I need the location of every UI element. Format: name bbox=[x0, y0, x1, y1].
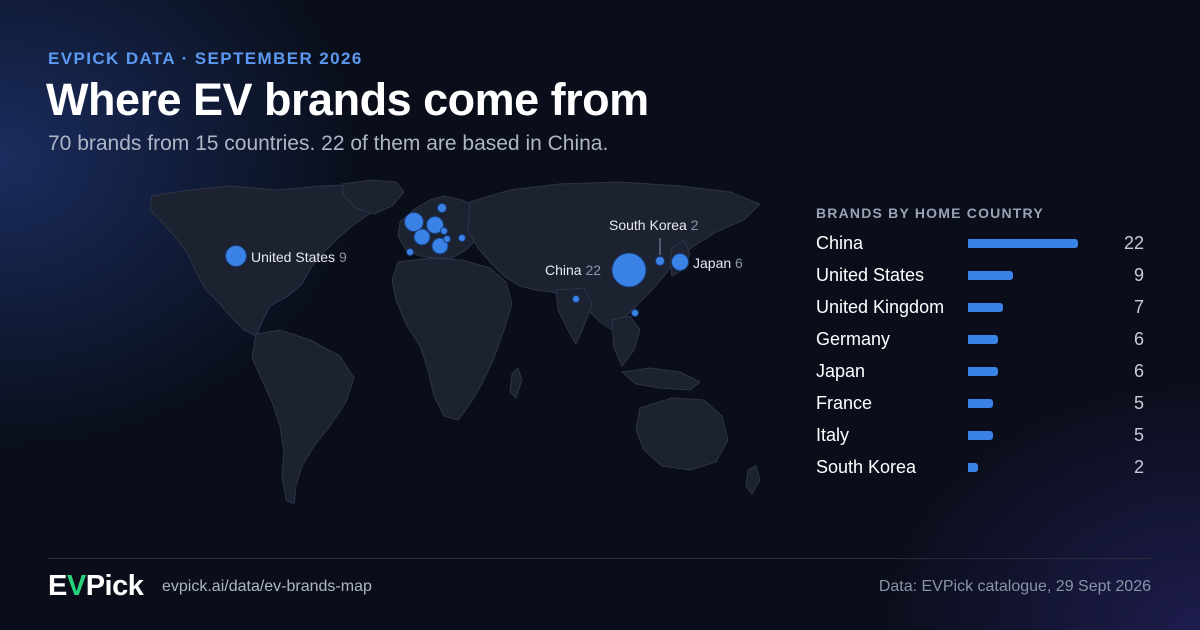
bubble-austria bbox=[443, 235, 451, 243]
evpick-logo: EVPick bbox=[48, 570, 144, 602]
country-name: France bbox=[816, 393, 873, 413]
bubble-sweden bbox=[437, 203, 447, 213]
country-count: 5 bbox=[1133, 393, 1144, 413]
country-bar bbox=[968, 239, 1078, 248]
country-name: China bbox=[816, 233, 864, 253]
label-south-korea: South Korea 2 bbox=[609, 217, 699, 233]
country-bar bbox=[968, 463, 978, 472]
country-name: United States bbox=[816, 265, 925, 285]
country-row: Japan 6 bbox=[816, 355, 1146, 387]
country-row: France 5 bbox=[816, 387, 1146, 419]
country-name: Japan bbox=[816, 361, 866, 381]
country-row: China 22 bbox=[816, 227, 1146, 259]
bubble-china bbox=[611, 252, 647, 288]
country-count: 22 bbox=[1123, 233, 1144, 253]
country-bar bbox=[968, 335, 998, 344]
south-america-shape bbox=[251, 329, 355, 505]
country-bar bbox=[968, 303, 1003, 312]
country-name: Germany bbox=[816, 329, 891, 349]
indonesia-shape bbox=[620, 367, 701, 391]
country-count: 2 bbox=[1133, 457, 1144, 477]
country-count: 9 bbox=[1133, 265, 1144, 285]
country-name: Italy bbox=[816, 425, 850, 445]
data-source: Data: EVPick catalogue, 29 Sept 2026 bbox=[878, 578, 1151, 595]
southeast-asia-shape bbox=[611, 315, 641, 367]
bubble-france bbox=[413, 228, 431, 246]
country-row: United Kingdom 7 bbox=[816, 291, 1146, 323]
country-name: South Korea bbox=[816, 457, 917, 477]
country-row: Germany 6 bbox=[816, 323, 1146, 355]
country-row: Italy 5 bbox=[816, 419, 1146, 451]
bubble-germany bbox=[440, 227, 448, 235]
country-count: 6 bbox=[1133, 361, 1144, 381]
africa-shape bbox=[391, 257, 513, 421]
label-japan: Japan 6 bbox=[693, 255, 743, 271]
country-row: United States 9 bbox=[816, 259, 1146, 291]
bubble-united-states bbox=[225, 245, 247, 267]
bubble-japan bbox=[671, 253, 689, 271]
label-united-states: United States 9 bbox=[251, 249, 347, 265]
country-bar bbox=[968, 271, 1013, 280]
country-bar bbox=[968, 431, 993, 440]
new-zealand-shape bbox=[745, 465, 761, 495]
country-name: United Kingdom bbox=[816, 297, 945, 317]
bubble-india bbox=[572, 295, 580, 303]
country-list: China 22 United States 9 United Kingdom 7 Germ… bbox=[816, 227, 1146, 483]
country-bar bbox=[968, 367, 998, 376]
country-count: 5 bbox=[1133, 425, 1144, 445]
country-count: 6 bbox=[1133, 329, 1144, 349]
bubble-croatia bbox=[458, 234, 466, 242]
bubble-spain bbox=[406, 248, 414, 256]
australia-shape bbox=[635, 397, 729, 471]
bubble-vietnam bbox=[631, 309, 639, 317]
country-row: South Korea 2 bbox=[816, 451, 1146, 483]
country-count: 7 bbox=[1133, 297, 1144, 317]
world-map: United States 9 China 22 South Korea 2 J… bbox=[149, 179, 761, 505]
footer-divider bbox=[48, 558, 1152, 559]
madagascar-shape bbox=[509, 367, 523, 399]
country-bar bbox=[968, 399, 993, 408]
bubble-south-korea bbox=[655, 256, 665, 266]
brands-by-country-panel: BRANDS BY HOME COUNTRY China 22 United Sta… bbox=[816, 205, 1146, 483]
panel-title: BRANDS BY HOME COUNTRY bbox=[816, 205, 1044, 221]
footer-url[interactable]: evpick.ai/data/ev-brands-map bbox=[162, 578, 372, 596]
label-china: China 22 bbox=[545, 262, 601, 278]
